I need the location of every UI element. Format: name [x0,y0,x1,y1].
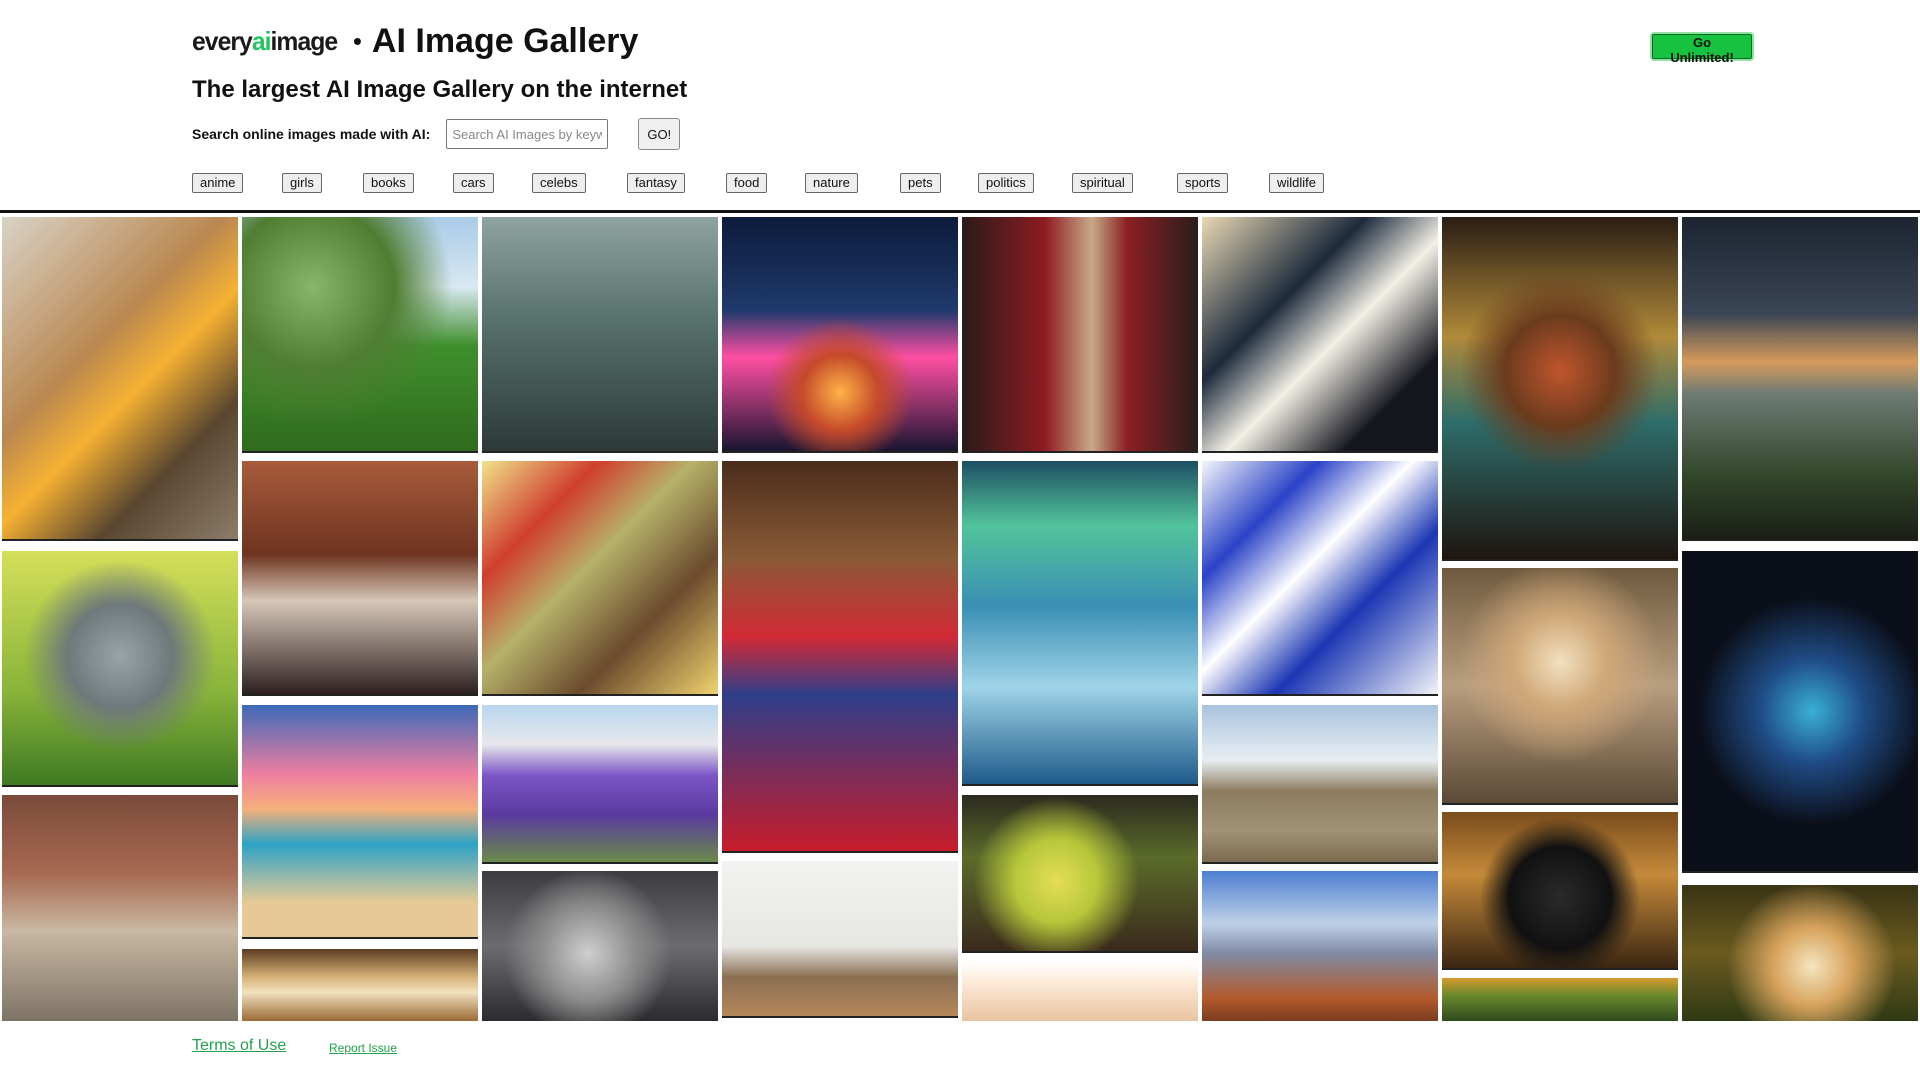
gallery-image[interactable] [1202,461,1438,694]
gallery-image[interactable] [242,461,478,694]
gallery-image[interactable] [1442,568,1678,803]
tag-books[interactable]: books [363,173,414,193]
gallery-image[interactable] [962,795,1198,951]
gallery-image[interactable] [962,461,1198,784]
header-divider [0,210,1920,213]
title-separator: • [352,26,362,56]
gallery-image[interactable] [482,217,718,451]
gallery-image[interactable] [1442,217,1678,559]
tag-food[interactable]: food [726,173,768,193]
tag-sports[interactable]: sports [1177,173,1229,193]
gallery-image[interactable] [2,795,238,1021]
gallery-image[interactable] [962,961,1198,1021]
tag-cars[interactable]: cars [453,173,494,193]
image-gallery [0,215,1920,1021]
gallery-image[interactable] [2,217,238,539]
gallery-image[interactable] [1682,217,1918,539]
report-issue-link[interactable]: Report Issue [329,1041,397,1055]
gallery-image[interactable] [1202,871,1438,1021]
tag-pets[interactable]: pets [900,173,941,193]
tag-spiritual[interactable]: spiritual [1072,173,1133,193]
gallery-image[interactable] [2,551,238,785]
gallery-image[interactable] [1202,217,1438,451]
gallery-image[interactable] [1442,978,1678,1021]
gallery-image[interactable] [722,217,958,451]
search-row: Search online images made with AI: GO! [192,118,681,150]
gallery-image[interactable] [482,705,718,862]
gallery-image[interactable] [242,217,478,451]
search-label: Search online images made with AI: [192,126,431,142]
gallery-image[interactable] [722,861,958,1016]
gallery-image[interactable] [242,949,478,1021]
site-logo[interactable]: everyaiimage [192,26,338,57]
tag-politics[interactable]: politics [978,173,1034,193]
search-input[interactable] [446,119,609,149]
go-unlimited-button[interactable]: Go Unlimited! [1652,34,1752,65]
terms-of-use-link[interactable]: Terms of Use [192,1037,286,1055]
tag-bar: anime girls books cars celebs fantasy fo… [192,173,1752,195]
gallery-image[interactable] [1682,551,1918,871]
tag-wildlife[interactable]: wildlife [1269,173,1325,193]
go-button[interactable]: GO! [638,118,681,150]
tag-fantasy[interactable]: fantasy [627,173,685,193]
gallery-image[interactable] [1682,885,1918,1021]
header: everyaiimage • AI Image Gallery The larg… [192,22,1752,212]
gallery-image[interactable] [1202,705,1438,862]
tag-nature[interactable]: nature [805,173,858,193]
gallery-image[interactable] [1442,812,1678,968]
gallery-image[interactable] [722,461,958,851]
gallery-image[interactable] [482,461,718,694]
page-title: AI Image Gallery [371,22,639,60]
tag-girls[interactable]: girls [282,173,322,193]
gallery-image[interactable] [482,871,718,1021]
tagline: The largest AI Image Gallery on the inte… [192,76,688,103]
brand: everyaiimage • AI Image Gallery [192,22,638,61]
tag-anime[interactable]: anime [192,173,244,193]
gallery-image[interactable] [962,217,1198,451]
tag-celebs[interactable]: celebs [532,173,586,193]
gallery-image[interactable] [242,705,478,937]
